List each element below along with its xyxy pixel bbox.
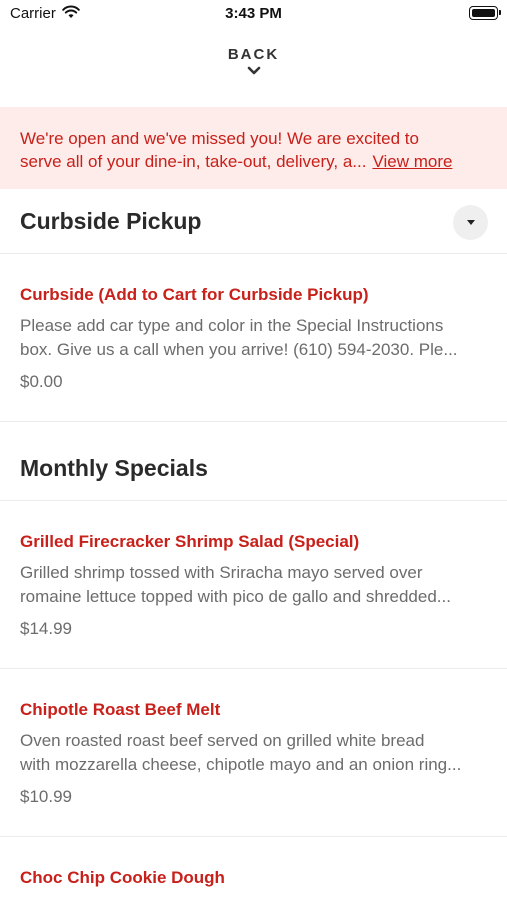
section-header-monthly-specials: Monthly Specials xyxy=(0,437,507,501)
item-price: $0.00 xyxy=(20,372,63,391)
item-price: $14.99 xyxy=(20,619,72,638)
battery-icon xyxy=(469,6,501,20)
announcement-banner: We're open and we've missed you! We are … xyxy=(0,107,507,189)
banner-text-line1: We're open and we've missed you! We are … xyxy=(20,129,419,148)
back-button[interactable]: BACK xyxy=(0,46,507,76)
item-price: $10.99 xyxy=(20,787,72,806)
menu-item[interactable]: Chipotle Roast Beef Melt Oven roasted ro… xyxy=(0,669,507,837)
section-collapse-button[interactable] xyxy=(453,205,488,240)
clock: 3:43 PM xyxy=(225,5,282,22)
item-description: Please add car type and color in the Spe… xyxy=(20,316,458,359)
item-description: Oven roasted roast beef served on grille… xyxy=(20,731,462,774)
menu-item[interactable]: Curbside (Add to Cart for Curbside Picku… xyxy=(0,254,507,422)
section-header-curbside-pickup: Curbside Pickup xyxy=(0,190,507,254)
item-description: Grilled shrimp tossed with Sriracha mayo… xyxy=(20,563,451,606)
banner-text-line2: serve all of your dine-in, take-out, del… xyxy=(20,152,367,171)
caret-down-icon xyxy=(467,220,475,225)
menu-item[interactable]: Choc Chip Cookie Dough xyxy=(0,837,507,900)
item-name: Curbside (Add to Cart for Curbside Picku… xyxy=(20,285,369,304)
item-name: Chipotle Roast Beef Melt xyxy=(20,700,221,719)
item-name: Grilled Firecracker Shrimp Salad (Specia… xyxy=(20,532,360,551)
view-more-link[interactable]: View more xyxy=(372,152,452,171)
section-title: Curbside Pickup xyxy=(20,208,202,234)
section-title: Monthly Specials xyxy=(20,455,208,481)
status-bar: Carrier 3:43 PM xyxy=(0,0,507,30)
chevron-down-icon xyxy=(247,66,260,75)
item-name: Choc Chip Cookie Dough xyxy=(20,868,225,887)
back-label: BACK xyxy=(227,46,280,63)
menu-item[interactable]: Grilled Firecracker Shrimp Salad (Specia… xyxy=(0,501,507,669)
